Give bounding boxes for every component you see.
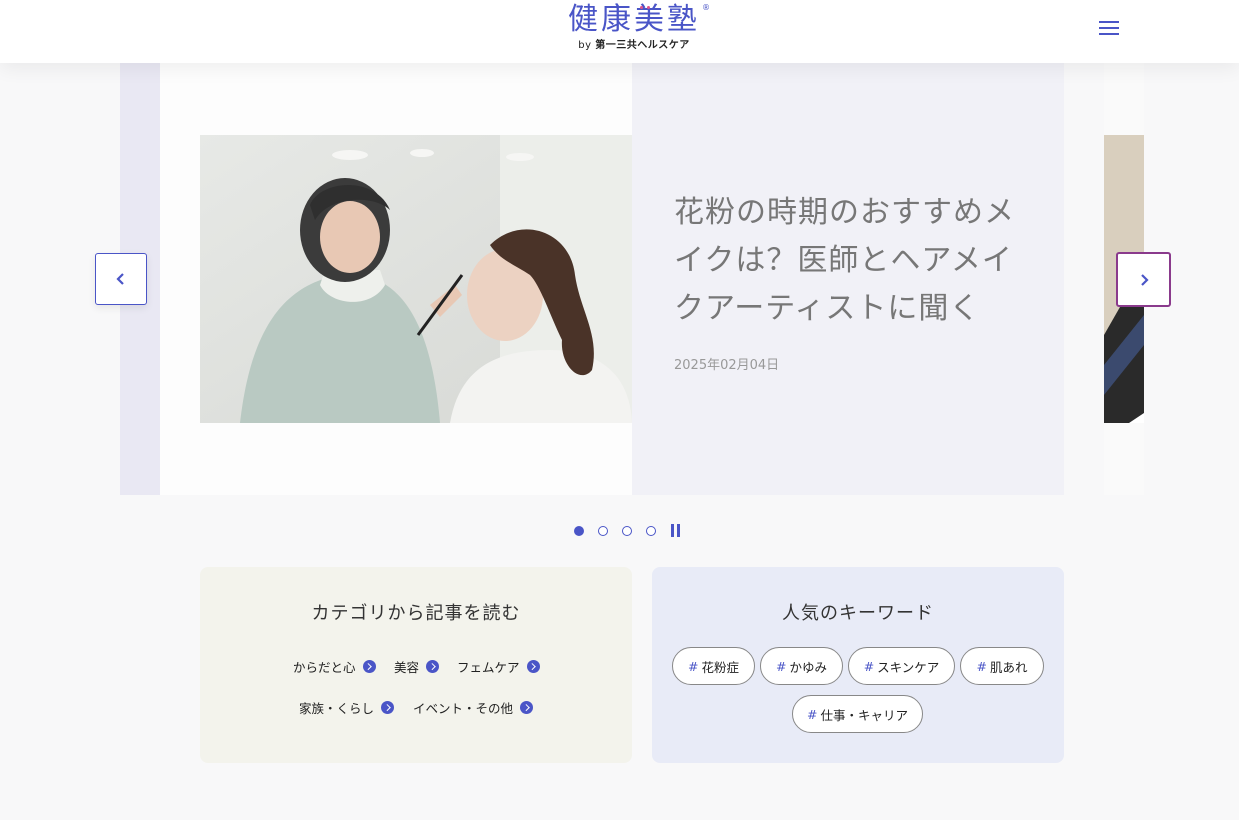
- keyword-panel: 人気のキーワード # 花粉症 # かゆみ # スキンケア # 肌あれ # 仕事・…: [652, 567, 1064, 763]
- slide-text-panel[interactable]: 花粉の時期のおすすめメイクは？医師とヘアメイクアーティストに聞く 2025年02…: [632, 63, 1064, 495]
- site-logo[interactable]: 健康美塾 ® by 第一三共ヘルスケア: [554, 3, 714, 55]
- logo-subtitle: by 第一三共ヘルスケア: [554, 40, 714, 52]
- carousel-dot-3[interactable]: [622, 526, 632, 536]
- category-label: 美容: [394, 660, 420, 675]
- slide-date: 2025年02月04日: [674, 358, 780, 373]
- keyword-tag[interactable]: # かゆみ: [760, 647, 843, 685]
- slide-title[interactable]: 花粉の時期のおすすめメイクは？医師とヘアメイクアーティストに聞く: [674, 189, 1034, 333]
- keyword-label: かゆみ: [789, 659, 827, 675]
- arrow-right-circle-icon: [426, 660, 440, 673]
- slide-image[interactable]: [200, 135, 632, 423]
- category-link[interactable]: イベント・その他: [413, 698, 534, 717]
- category-link[interactable]: 家族・くらし: [299, 698, 395, 717]
- hash-icon: #: [976, 658, 987, 674]
- featured-carousel: 花粉の時期のおすすめメイクは？医師とヘアメイクアーティストに聞く 2025年02…: [0, 63, 1239, 495]
- keyword-label: 仕事・キャリア: [820, 707, 908, 723]
- arrow-right-circle-icon: [520, 701, 534, 714]
- carousel-dot-4[interactable]: [646, 526, 656, 536]
- category-label: からだと心: [293, 660, 356, 675]
- keyword-tag[interactable]: # スキンケア: [848, 647, 955, 685]
- keyword-panel-title: 人気のキーワード: [782, 603, 934, 624]
- logo-sub-prefix: by: [578, 40, 592, 51]
- keyword-label: 花粉症: [701, 659, 739, 675]
- logo-registered-mark: ®: [702, 3, 710, 12]
- keyword-label: スキンケア: [877, 659, 940, 675]
- logo-accent-dot: [647, 6, 650, 9]
- category-link[interactable]: フェムケア: [457, 657, 540, 676]
- category-link[interactable]: 美容: [394, 657, 440, 676]
- hash-icon: #: [688, 658, 699, 674]
- carousel-next-button[interactable]: [1116, 252, 1171, 307]
- carousel-dot-1[interactable]: [574, 526, 584, 536]
- logo-sub-brand: 第一三共ヘルスケア: [595, 40, 690, 51]
- pause-icon[interactable]: [670, 524, 682, 538]
- category-label: イベント・その他: [413, 701, 514, 716]
- makeup-photo-illustration: [200, 135, 632, 423]
- arrow-right-circle-icon: [362, 660, 376, 673]
- keyword-label: 肌あれ: [989, 659, 1028, 675]
- site-header: 健康美塾 ® by 第一三共ヘルスケア: [0, 0, 1239, 63]
- category-label: 家族・くらし: [299, 701, 375, 716]
- chevron-left-icon: [116, 273, 124, 285]
- keyword-tag[interactable]: # 花粉症: [672, 647, 755, 685]
- keyword-tag[interactable]: # 肌あれ: [960, 647, 1044, 685]
- category-label: フェムケア: [457, 660, 520, 675]
- arrow-right-circle-icon: [526, 660, 540, 673]
- hash-icon: #: [807, 706, 818, 722]
- chevron-right-icon: [1140, 273, 1149, 286]
- carousel-prev-button[interactable]: [95, 253, 147, 305]
- logo-accent-dot: [640, 6, 643, 9]
- keyword-tag[interactable]: # 仕事・キャリア: [792, 695, 923, 733]
- logo-text: 健康美塾: [568, 2, 700, 37]
- arrow-right-circle-icon: [381, 701, 395, 714]
- category-panel-title: カテゴリから記事を読む: [311, 603, 521, 624]
- carousel-slide[interactable]: 花粉の時期のおすすめメイクは？医師とヘアメイクアーティストに聞く 2025年02…: [160, 63, 1064, 495]
- hash-icon: #: [863, 658, 875, 674]
- category-panel: カテゴリから記事を読む からだと心 美容 フェムケア 家族・くらし イベント・そ…: [200, 567, 632, 763]
- category-link[interactable]: からだと心: [293, 657, 376, 676]
- hash-icon: #: [776, 658, 787, 674]
- menu-icon[interactable]: [1099, 20, 1119, 36]
- carousel-dot-2[interactable]: [598, 526, 608, 536]
